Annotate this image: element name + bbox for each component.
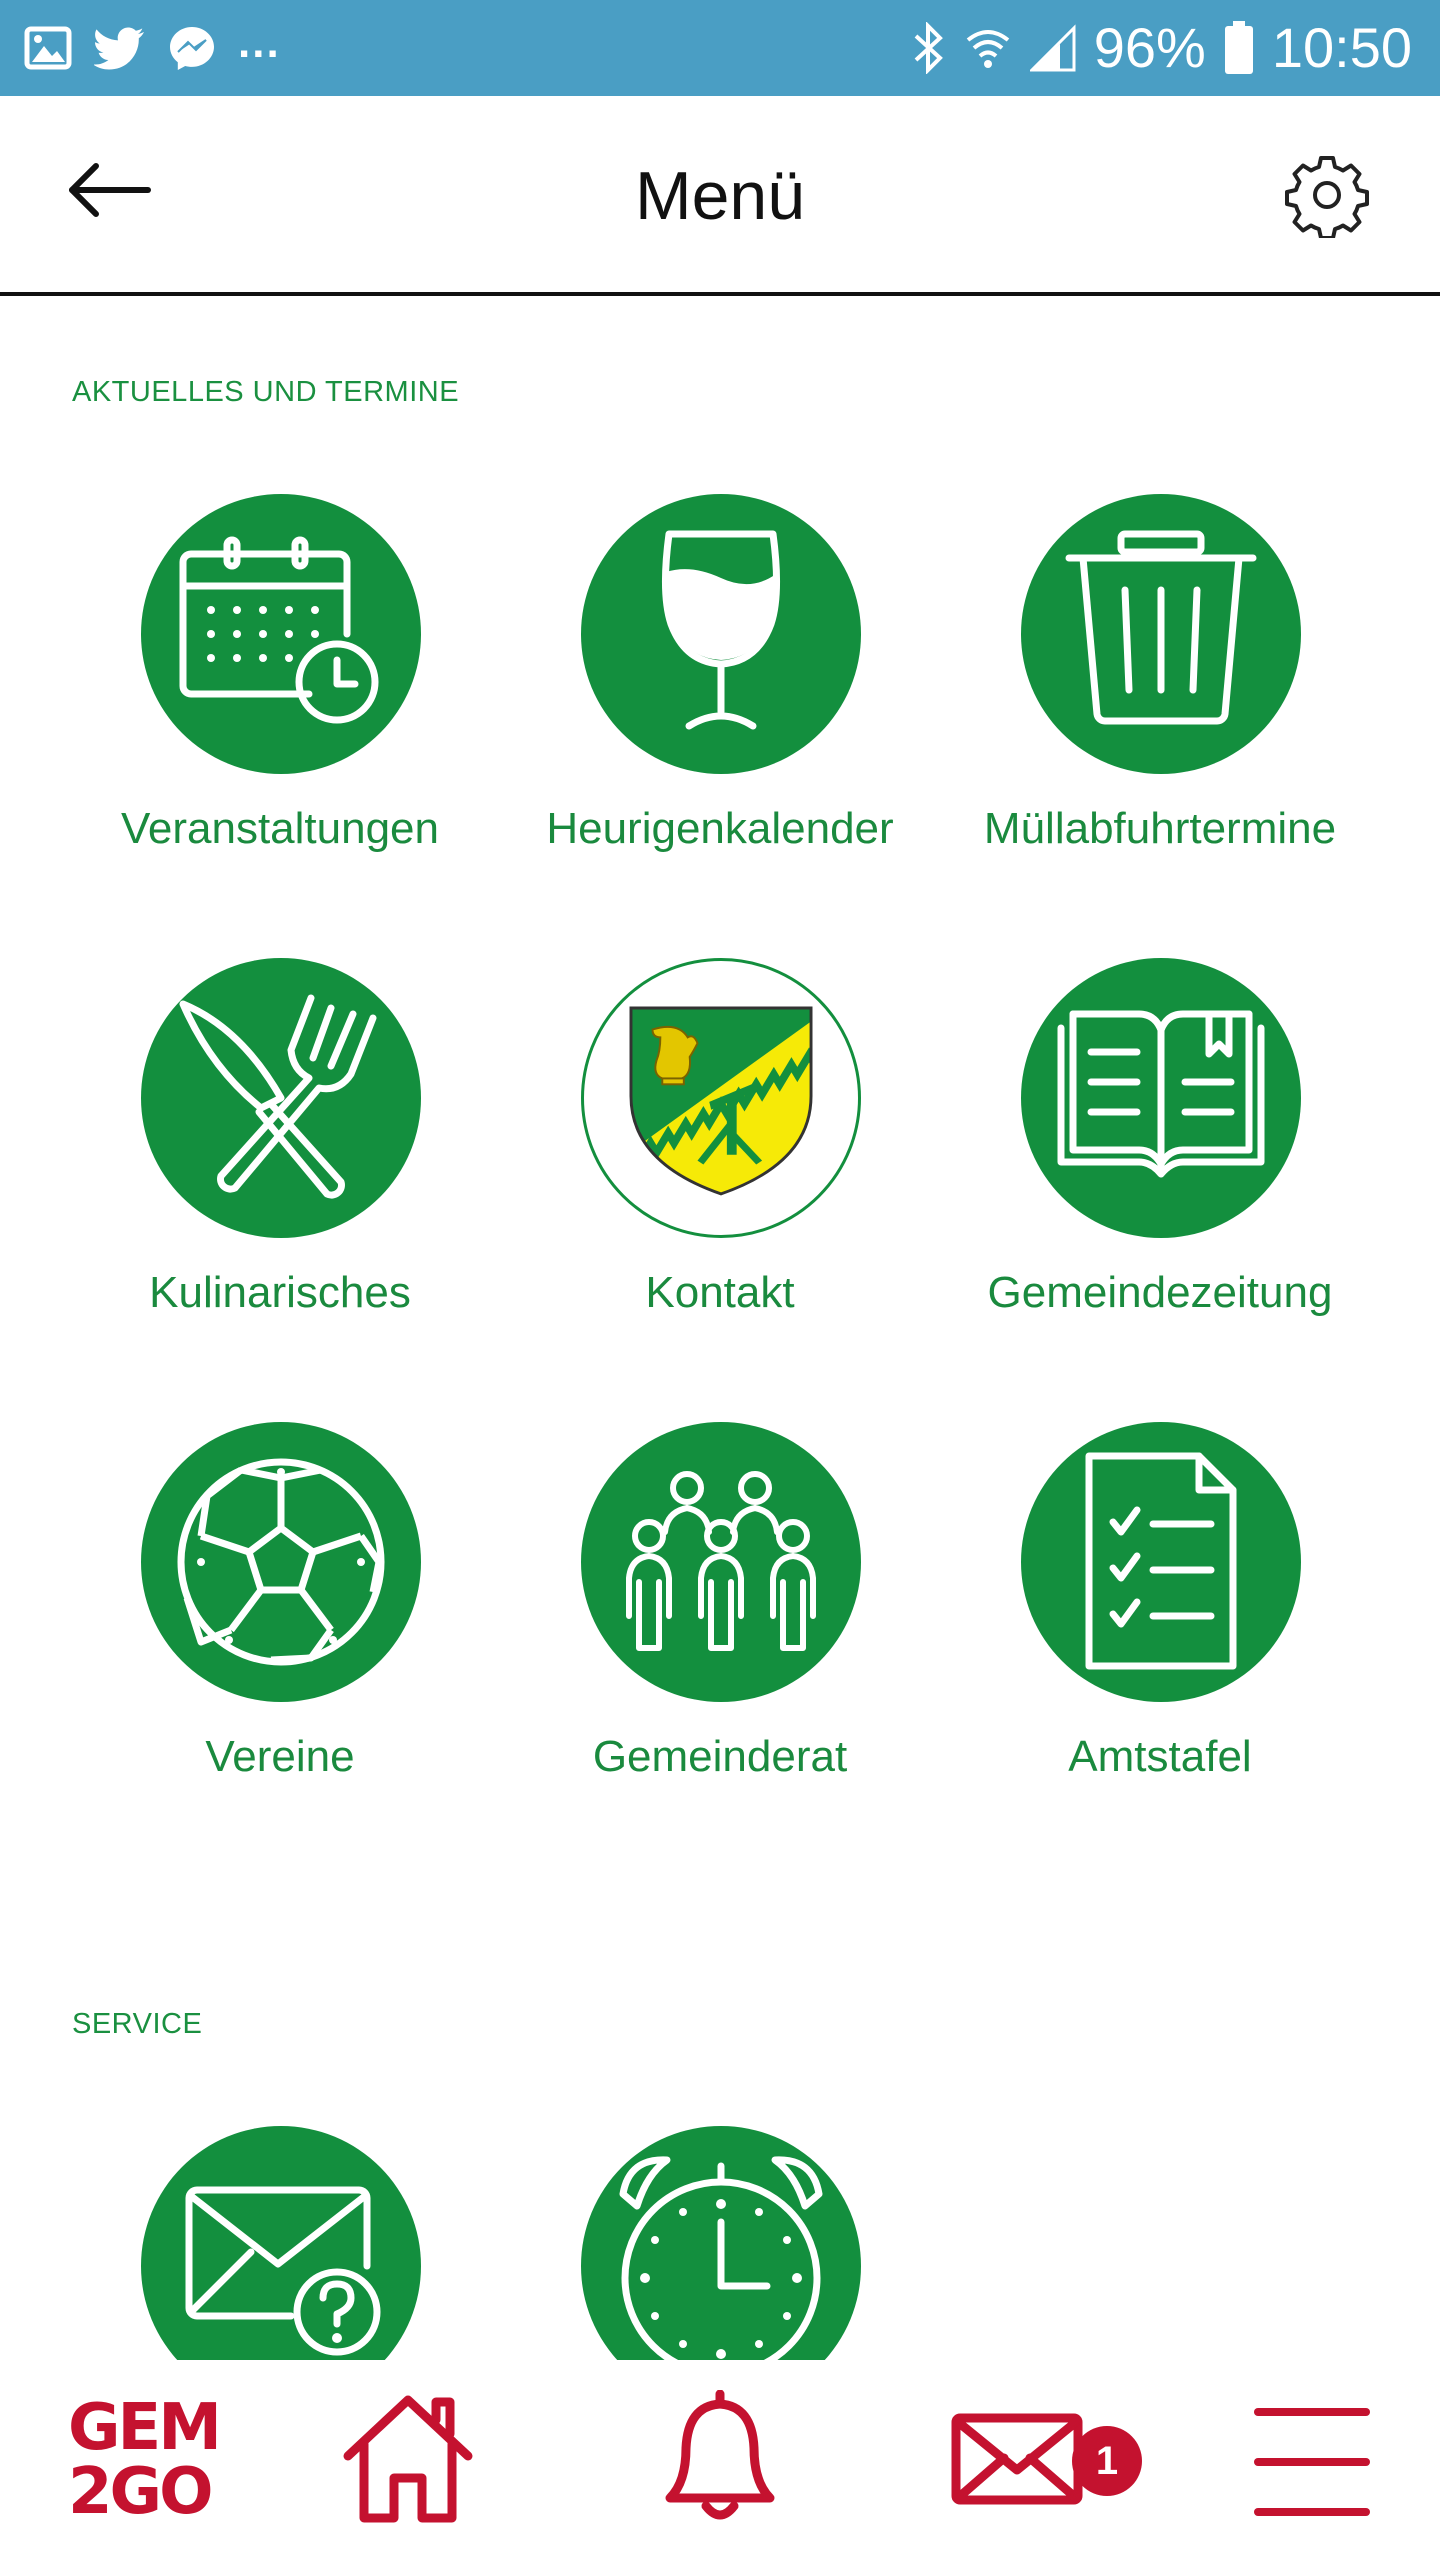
battery-percent: 96%	[1093, 16, 1206, 79]
image-notification-icon	[24, 26, 72, 70]
logo-line-2: 2GO	[68, 2455, 213, 2529]
tile-gemeinderat[interactable]: Gemeinderat	[490, 1422, 950, 1822]
tile-heurigenkalender[interactable]: Heurigenkalender	[490, 494, 950, 894]
open-book-icon	[1057, 1010, 1265, 1178]
battery-icon	[1224, 21, 1253, 74]
tile-icon-circle	[141, 494, 421, 774]
signal-icon	[1029, 24, 1076, 72]
tile-icon-circle	[581, 1422, 861, 1702]
more-notifications: ...	[238, 18, 281, 67]
calendar-clock-icon	[179, 536, 379, 724]
tile-icon-circle	[581, 494, 861, 774]
clock: 10:50	[1271, 16, 1412, 79]
trash-bin-icon	[1065, 530, 1257, 725]
bluetooth-icon	[914, 22, 943, 74]
tile-kulinarisches[interactable]: Kulinarisches	[50, 958, 510, 1358]
logo-line-1: GEM	[68, 2391, 222, 2465]
messenger-icon	[170, 27, 214, 70]
people-group-icon	[626, 1471, 816, 1651]
tile-label: Amtstafel	[1068, 1732, 1252, 1781]
wine-glass-icon	[661, 530, 781, 730]
nav-home-button[interactable]	[340, 2390, 476, 2530]
settings-button[interactable]	[1284, 152, 1370, 240]
page-title: Menü	[634, 158, 806, 234]
knife-fork-icon	[179, 994, 377, 1199]
app-header: Menü	[0, 96, 1440, 296]
tile-service-mail[interactable]	[50, 2126, 510, 2360]
tile-muellabfuhrtermine[interactable]: Müllabfuhrtermine	[930, 494, 1390, 894]
tile-icon-circle	[1021, 494, 1301, 774]
coat-of-arms-icon	[629, 1006, 813, 1196]
tile-icon-circle	[141, 2126, 421, 2360]
tile-label: Heurigenkalender	[546, 804, 894, 853]
bottom-navigation: GEM 2GO 1	[0, 2360, 1440, 2560]
tile-icon-circle	[141, 1422, 421, 1702]
nav-notifications-button[interactable]	[660, 2389, 780, 2530]
section-title-aktuelles: AKTUELLES UND TERMINE	[72, 376, 460, 408]
status-bar: ... 96% 10:50	[0, 0, 1440, 96]
tile-veranstaltungen[interactable]: Veranstaltungen	[50, 494, 510, 894]
notification-icons: ...	[24, 18, 281, 78]
bell-icon	[665, 2389, 775, 2520]
menu-content[interactable]: AKTUELLES UND TERMINE Veranstaltungen He…	[0, 296, 1440, 2360]
alarm-clock-icon	[619, 2156, 823, 2360]
soccer-ball-icon	[177, 1458, 385, 1666]
tile-label: Kulinarisches	[149, 1268, 411, 1317]
twitter-icon	[94, 27, 144, 70]
mail-question-icon	[185, 2186, 381, 2356]
tile-icon-circle	[1021, 958, 1301, 1238]
wifi-icon	[966, 30, 1010, 68]
tile-label: Kontakt	[645, 1268, 795, 1317]
gem2go-logo[interactable]: GEM 2GO	[68, 2391, 222, 2529]
tile-service-alarm[interactable]	[490, 2126, 950, 2360]
tile-amtstafel[interactable]: Amtstafel	[930, 1422, 1390, 1822]
tile-label: Gemeinderat	[592, 1732, 848, 1781]
mail-icon	[951, 2413, 1083, 2505]
tile-icon-circle	[581, 2126, 861, 2360]
nav-messages-button[interactable]	[950, 2390, 1090, 2530]
menu-icon	[1254, 2408, 1370, 2516]
tile-icon-circle	[141, 958, 421, 1238]
tile-label: Gemeindezeitung	[987, 1268, 1333, 1317]
messages-badge: 1	[1072, 2426, 1142, 2496]
gear-icon	[1285, 156, 1369, 240]
tile-icon-circle	[581, 958, 861, 1238]
tile-label: Müllabfuhrtermine	[983, 804, 1337, 853]
tile-gemeindezeitung[interactable]: Gemeindezeitung	[930, 958, 1390, 1358]
tile-label: Vereine	[205, 1732, 355, 1781]
home-icon	[343, 2395, 473, 2523]
tile-kontakt[interactable]: Kontakt	[490, 958, 950, 1358]
system-icons: 96% 10:50	[912, 14, 1412, 82]
checklist-icon	[1085, 1452, 1237, 1670]
tile-vereine[interactable]: Vereine	[50, 1422, 510, 1822]
section-title-service: SERVICE	[72, 2008, 203, 2040]
tile-icon-circle	[1021, 1422, 1301, 1702]
tile-label: Veranstaltungen	[120, 804, 440, 853]
nav-menu-button[interactable]	[1252, 2390, 1372, 2530]
